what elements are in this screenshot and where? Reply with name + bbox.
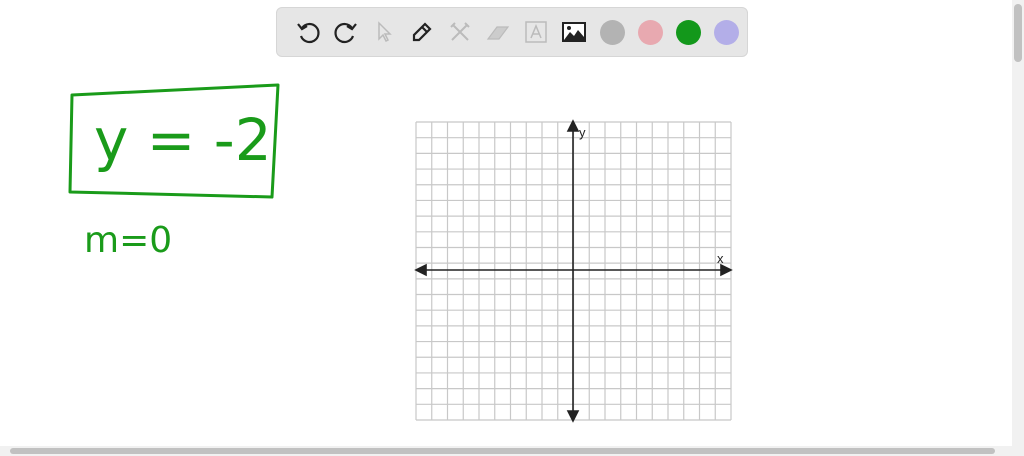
vertical-scroll-thumb[interactable] [1014, 4, 1022, 62]
horizontal-scrollbar[interactable] [0, 446, 1024, 456]
horizontal-scroll-thumb[interactable] [10, 448, 995, 454]
vertical-scrollbar[interactable] [1012, 0, 1024, 446]
x-axis-right-arrow [720, 263, 733, 277]
equation-label: y = -2 [94, 106, 272, 174]
slope-label: m=0 [84, 220, 172, 261]
x-axis-left-arrow [414, 263, 427, 277]
x-axis-label: x [717, 251, 724, 266]
whiteboard-canvas[interactable]: y = -2 m=0 y x [0, 0, 1012, 446]
y-axis-label: y [579, 125, 586, 140]
